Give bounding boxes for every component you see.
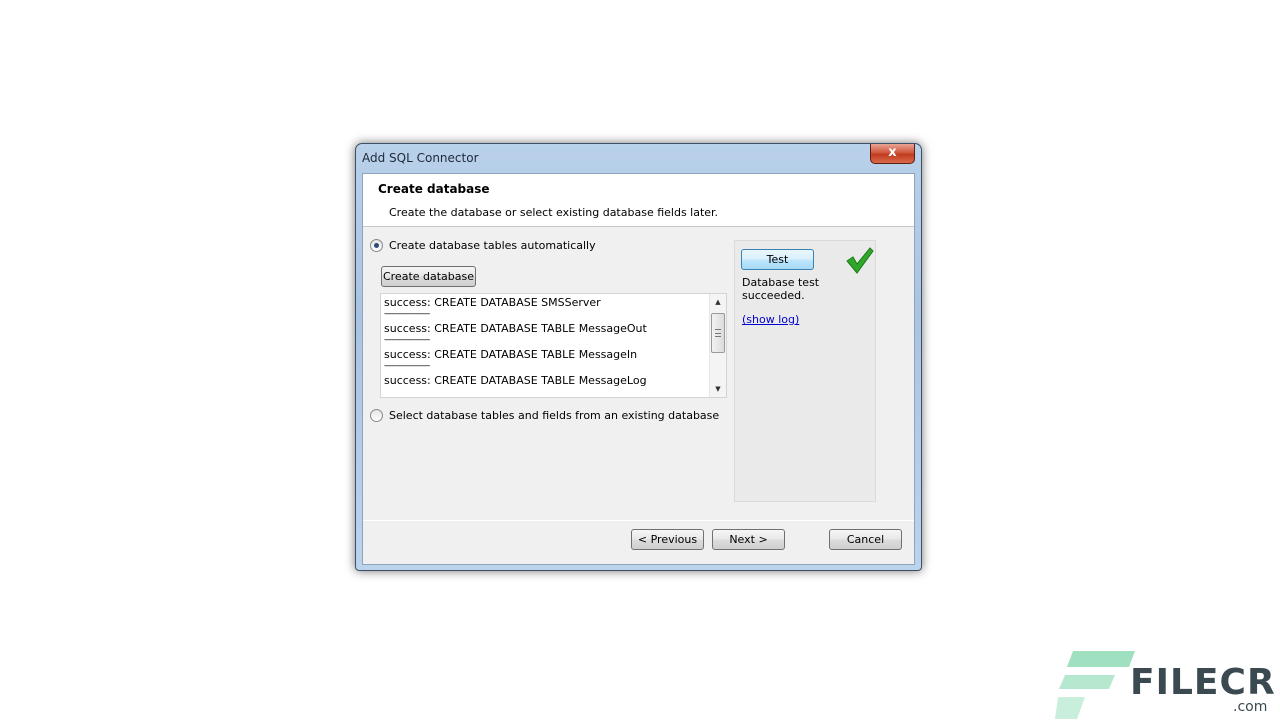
log-line: success: CREATE DATABASE TABLE MessageIn [384, 348, 638, 361]
scroll-grip-icon [715, 329, 721, 337]
test-status-text: Database test succeeded. [742, 276, 822, 302]
dialog-client-area: Create database Create the database or s… [362, 173, 915, 565]
page-subtitle: Create the database or select existing d… [389, 206, 719, 219]
previous-button[interactable]: < Previous [631, 529, 704, 550]
scroll-thumb[interactable] [711, 313, 725, 353]
show-log-link[interactable]: (show log) [742, 313, 799, 326]
close-button[interactable]: x [870, 144, 915, 164]
green-checkmark-icon [846, 247, 874, 274]
auto-create-label[interactable]: Create database tables automatically [389, 239, 596, 252]
log-textbox[interactable]: success: CREATE DATABASE SMSServer -----… [380, 293, 727, 398]
log-line: success: CREATE DATABASE SMSServer [384, 296, 601, 309]
test-status-line: succeeded. [742, 289, 805, 302]
wizard-header: Create database Create the database or s… [363, 174, 914, 227]
log-scrollbar[interactable]: ▲ ▼ [709, 294, 726, 397]
log-separator: ------------------------ [384, 361, 430, 370]
dialog-window: Add SQL Connector x Create database Crea… [355, 143, 922, 571]
test-panel: Test Database test succeeded. (show log) [734, 240, 876, 502]
log-separator: ------------------------ [384, 309, 430, 318]
next-button[interactable]: Next > [712, 529, 785, 550]
scroll-down-arrow-icon[interactable]: ▼ [710, 381, 726, 397]
test-status-line: Database test [742, 276, 820, 289]
watermark-brand: FILECR [1130, 662, 1276, 703]
log-line: success: CREATE DATABASE TABLE MessageOu… [384, 322, 647, 335]
create-database-button[interactable]: Create database [381, 266, 476, 287]
scroll-up-arrow-icon[interactable]: ▲ [710, 294, 726, 310]
watermark-suffix: .com [1233, 699, 1268, 715]
footer-divider [363, 520, 914, 521]
auto-create-radio[interactable] [370, 239, 383, 252]
existing-db-radio[interactable] [370, 409, 383, 422]
title-bar[interactable]: Add SQL Connector x [356, 144, 921, 172]
existing-db-label[interactable]: Select database tables and fields from a… [389, 409, 719, 422]
log-lines: success: CREATE DATABASE SMSServer -----… [384, 296, 709, 387]
window-title: Add SQL Connector [362, 151, 479, 165]
test-button[interactable]: Test [741, 249, 814, 270]
filecr-watermark: FILECR .com [1055, 648, 1275, 720]
cancel-button[interactable]: Cancel [829, 529, 902, 550]
page-title: Create database [378, 182, 490, 196]
log-separator: ------------------------ [384, 335, 430, 344]
log-line: success: CREATE DATABASE TABLE MessageLo… [384, 374, 647, 387]
filecr-logo-icon [1055, 651, 1135, 719]
close-icon: x [888, 145, 897, 160]
